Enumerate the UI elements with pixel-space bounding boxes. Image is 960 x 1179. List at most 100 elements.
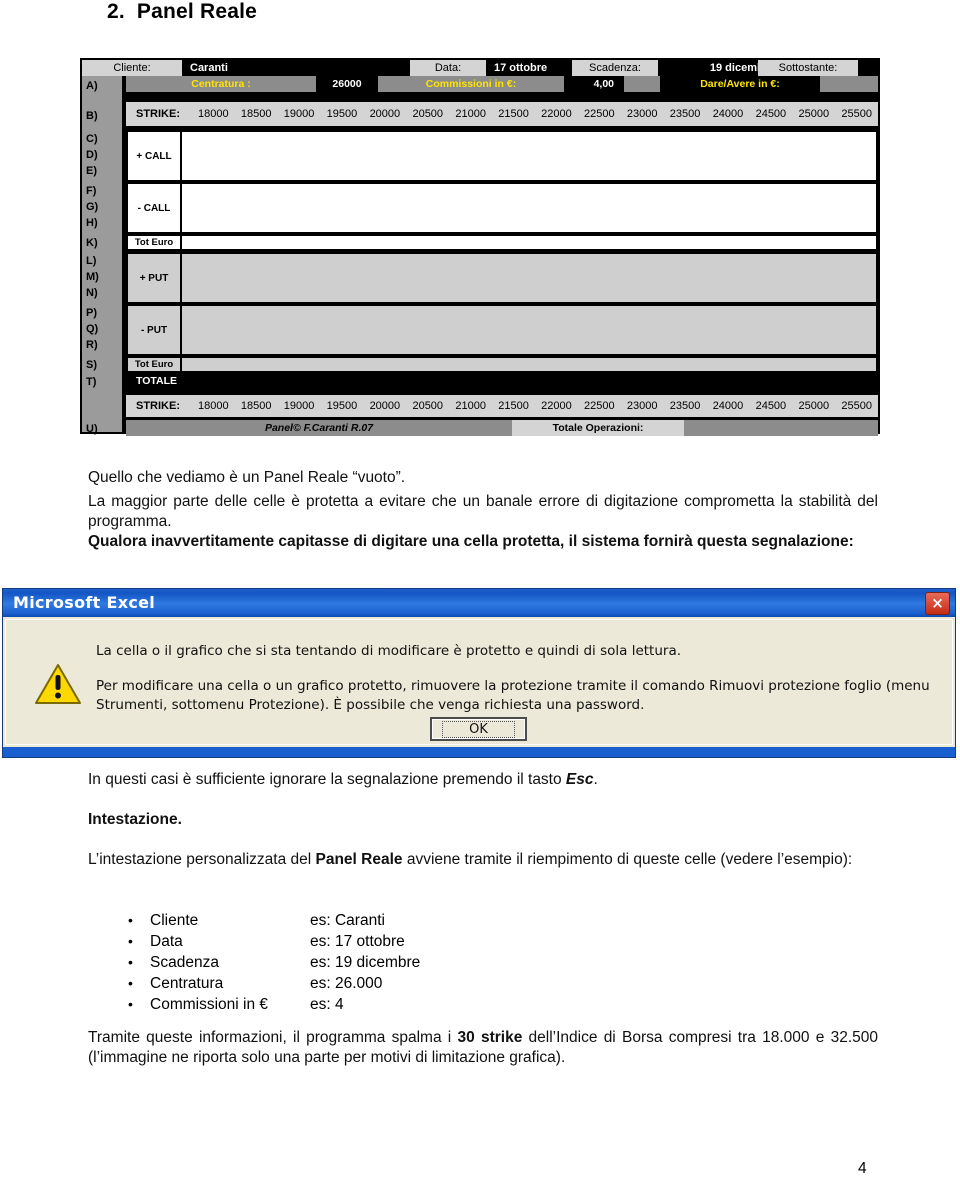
bullet-dot-icon: • — [128, 996, 133, 1012]
strike-values-bottom: 18000 18500 19000 19500 20000 20500 21000 21500… — [198, 400, 872, 412]
paragraph-5-post: avviene tramite il riempimento di queste… — [402, 851, 853, 868]
centratura-value[interactable]: 26000 — [316, 76, 378, 92]
strike-value: 23000 — [626, 108, 658, 120]
list-item: • Cliente es: Caranti — [128, 910, 420, 931]
paragraph-5-pre: L’intestazione personalizzata del — [88, 851, 316, 868]
list-item-term: Centratura — [150, 975, 224, 992]
row-letter-k: K) — [86, 237, 98, 249]
row-letter-f: F) — [86, 185, 97, 197]
strike-value: 20000 — [369, 400, 401, 412]
dialog-message-line-1: La cella o il grafico che si sta tentand… — [96, 643, 682, 659]
tot-euro-put-row[interactable] — [182, 356, 878, 373]
totale-row: TOTALE — [126, 373, 878, 389]
paragraph-3-post: . — [593, 771, 598, 788]
section-grid-plus-put[interactable] — [182, 252, 878, 304]
dialog-footer-bar — [3, 747, 955, 757]
ok-button-label: OK — [442, 720, 515, 738]
strike-value: 21500 — [498, 108, 529, 120]
strike-value: 18000 — [198, 108, 229, 120]
strike-value: 19000 — [283, 400, 315, 412]
dare-avere-label: Dare/Avere in €: — [660, 76, 820, 92]
strike-value: 24000 — [712, 400, 744, 412]
strike-value: 24000 — [712, 108, 744, 120]
section-label-tot-euro-call: Tot Euro — [126, 234, 182, 251]
strike-value: 21500 — [498, 400, 529, 412]
centratura-label: Centratura : — [126, 76, 316, 92]
cliente-value[interactable]: Caranti — [182, 60, 310, 76]
row-letter-r: R) — [86, 339, 98, 351]
sottostante-value[interactable] — [858, 60, 878, 76]
warning-icon — [34, 662, 82, 706]
dialog-titlebar[interactable]: Microsoft Excel × — [3, 589, 955, 617]
list-item: • Scadenza es: 19 dicembre — [128, 952, 420, 973]
section-label-tot-euro-put: Tot Euro — [126, 356, 182, 373]
section-label-plus-put: + PUT — [126, 252, 182, 304]
strike-value: 25500 — [841, 400, 872, 412]
list-item-example: es: Caranti — [310, 912, 385, 929]
paragraph-6: Tramite queste informazioni, il programm… — [88, 1028, 878, 1068]
section-grid-plus-call[interactable] — [182, 130, 878, 182]
commissioni-label: Commissioni in €: — [378, 76, 564, 92]
row-letter-c: C) — [86, 133, 98, 145]
list-item-example: es: 17 ottobre — [310, 933, 405, 950]
strike-value: 23500 — [669, 400, 701, 412]
strike-header-row-top: STRIKE: 18000 18500 19000 19500 20000 20500 21… — [126, 100, 878, 128]
data-label: Data: — [410, 60, 486, 76]
strike-value: 18000 — [198, 400, 229, 412]
row-letter-s: S) — [86, 359, 97, 371]
paragraph-5-bold: Panel Reale — [315, 851, 403, 868]
strike-value: 22000 — [541, 400, 572, 412]
list-item: • Commissioni in € es: 4 — [128, 994, 420, 1015]
close-icon[interactable]: × — [925, 592, 950, 615]
scadenza-label: Scadenza: — [572, 60, 658, 76]
paragraph-1-line-1: Quello che vediamo è un Panel Reale “vuo… — [88, 469, 406, 486]
page-title-text: Panel Reale — [136, 0, 258, 23]
tot-euro-call-row[interactable] — [182, 234, 878, 251]
section-label-minus-call: - CALL — [126, 182, 182, 234]
dare-avere-value[interactable] — [820, 76, 878, 92]
strike-value: 23500 — [669, 108, 701, 120]
page-number: 4 — [858, 1160, 867, 1177]
dialog-title: Microsoft Excel — [13, 593, 156, 612]
totale-operazioni-label: Totale Operazioni: — [512, 420, 684, 436]
row-letter-n: N) — [86, 287, 98, 299]
section-heading-intestazione: Intestazione. — [88, 811, 182, 828]
list-item-term: Cliente — [150, 912, 199, 929]
row-letter-u: U) — [86, 423, 98, 435]
strike-value: 23000 — [626, 400, 658, 412]
strike-value: 21000 — [455, 400, 486, 412]
paragraph-1-line-2: La maggior parte delle celle è protetta … — [88, 493, 878, 530]
strike-value: 18500 — [240, 108, 272, 120]
totale-operazioni-value[interactable] — [684, 420, 878, 436]
paragraph-6-bold: 30 strike — [457, 1029, 523, 1046]
list-item-term: Scadenza — [150, 954, 219, 971]
bullet-dot-icon: • — [128, 975, 133, 991]
bullet-dot-icon: • — [128, 954, 133, 970]
bullet-dot-icon: • — [128, 933, 133, 949]
data-value[interactable]: 17 ottobre — [486, 60, 572, 76]
strike-value: 20500 — [412, 400, 444, 412]
paragraph-2-bold: Qualora inavvertitamente capitasse di di… — [88, 533, 854, 550]
page-title: 2. Panel Reale — [107, 0, 257, 24]
strike-value: 25000 — [798, 108, 830, 120]
strike-value: 24500 — [755, 108, 787, 120]
list-item: • Centratura es: 26.000 — [128, 973, 420, 994]
strike-value: 18500 — [240, 400, 272, 412]
row-letter-b: B) — [86, 110, 98, 122]
intestazione-field-list: • Cliente es: Caranti • Data es: 17 ottobre • S… — [128, 910, 420, 1015]
strike-value: 19000 — [283, 108, 315, 120]
ok-button[interactable]: OK — [430, 717, 527, 741]
section-grid-minus-put[interactable] — [182, 304, 878, 356]
cliente-label: Cliente: — [82, 60, 182, 76]
row-letter-q: Q) — [86, 323, 99, 335]
row-letter-e: E) — [86, 165, 97, 177]
commissioni-value[interactable]: 4,00 — [564, 76, 624, 92]
section-grid-minus-call[interactable] — [182, 182, 878, 234]
page-title-number: 2. — [107, 0, 125, 23]
strike-header-row-bottom: STRIKE: 18000 18500 19000 19500 20000 20500 21… — [126, 393, 878, 419]
section-label-minus-put: - PUT — [126, 304, 182, 356]
bullet-dot-icon: • — [128, 912, 133, 928]
paragraph-6-pre: Tramite queste informazioni, il programm… — [88, 1029, 458, 1046]
paragraph-3-emphasis: Esc — [565, 771, 594, 788]
section-label-plus-call: + CALL — [126, 130, 182, 182]
